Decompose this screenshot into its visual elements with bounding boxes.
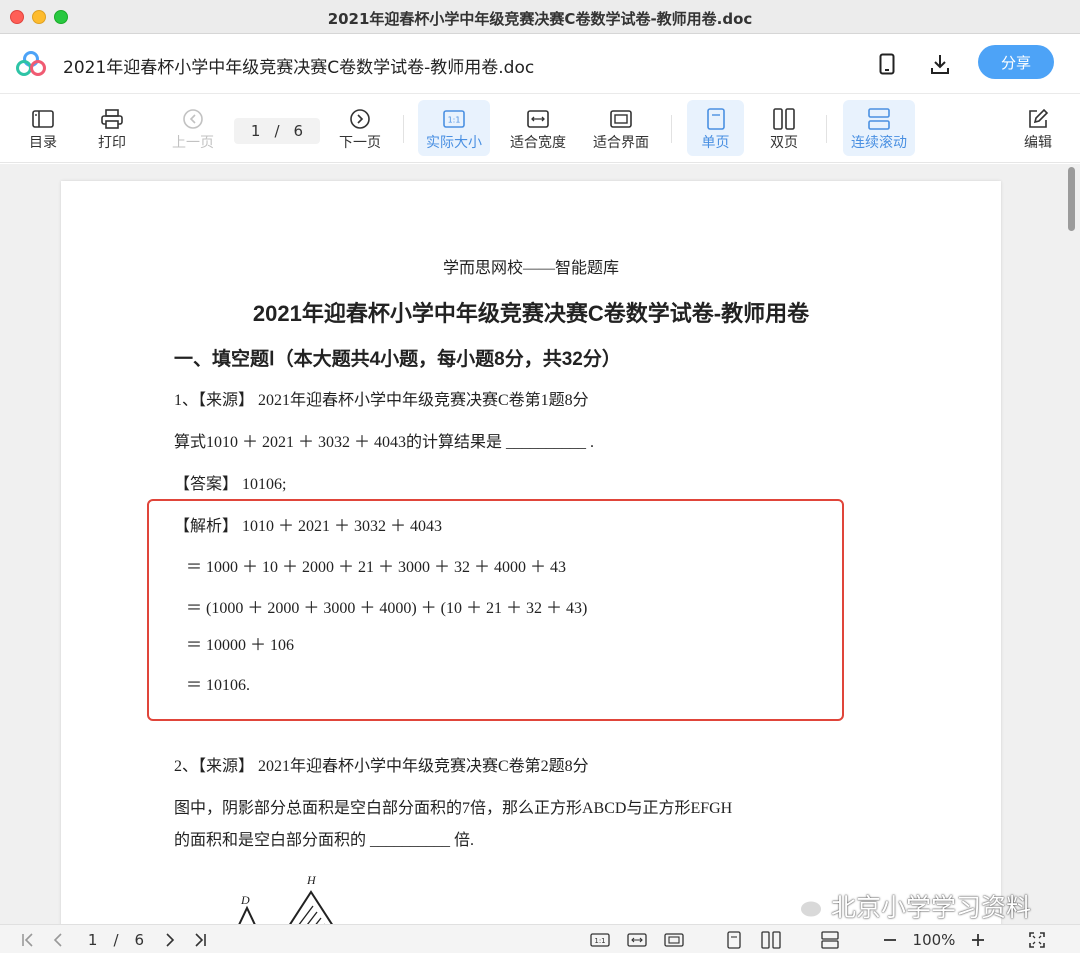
continuous-scroll-icon xyxy=(868,106,890,132)
fit-width-button[interactable]: 适合宽度 xyxy=(504,100,572,156)
double-page-label: 双页 xyxy=(770,135,798,151)
share-button[interactable]: 分享 xyxy=(978,45,1054,79)
next-page-label: 下一页 xyxy=(339,135,381,151)
bottom-bar: 1 / 6 1:1 100% xyxy=(0,924,1080,953)
q1-solution-line: ＝ 10000 ＋ 106 xyxy=(186,637,295,654)
bottom-page-current: 1 xyxy=(87,931,98,949)
prev-page-icon[interactable] xyxy=(48,930,68,950)
chevron-left-circle-icon xyxy=(182,106,204,132)
page-current: 1 xyxy=(250,122,261,140)
document-page: 学而思网校——智能题库 2021年迎春杯小学中年级竞赛决赛C卷数学试卷-教师用卷… xyxy=(61,181,1001,924)
prev-page-button[interactable]: 上一页 xyxy=(166,100,220,156)
double-page-small-icon[interactable] xyxy=(760,930,782,950)
first-page-icon[interactable] xyxy=(18,930,38,950)
double-page-icon xyxy=(773,106,795,132)
edit-icon xyxy=(1027,106,1049,132)
scrollbar-thumb[interactable] xyxy=(1068,167,1075,231)
toolbar-divider xyxy=(403,115,404,143)
prev-page-label: 上一页 xyxy=(172,135,214,151)
figure-label-h: H xyxy=(306,876,317,887)
fit-width-label: 适合宽度 xyxy=(510,135,566,151)
page-total: 6 xyxy=(293,122,304,140)
page-separator: / xyxy=(274,122,280,140)
actual-size-icon: 1:1 xyxy=(443,106,465,132)
window-title: 2021年迎春杯小学中年级竞赛决赛C卷数学试卷-教师用卷.doc xyxy=(327,10,753,28)
zoom-out-icon[interactable] xyxy=(880,930,900,950)
app-header: 2021年迎春杯小学中年级竞赛决赛C卷数学试卷-教师用卷.doc 分享 xyxy=(0,34,1080,94)
q1-question: 算式1010 ＋ 2021 ＋ 3032 ＋ 4043的计算结果是 ______… xyxy=(174,434,595,451)
chevron-right-circle-icon xyxy=(349,106,371,132)
download-icon[interactable] xyxy=(927,51,953,77)
q1-solution-line: 【解析】 1010 ＋ 2021 ＋ 3032 ＋ 4043 xyxy=(174,518,443,535)
phone-icon[interactable] xyxy=(874,51,900,77)
edit-label: 编辑 xyxy=(1024,135,1052,151)
toolbar-divider xyxy=(671,115,672,143)
toc-button[interactable]: 目录 xyxy=(20,100,66,156)
section-heading: 一、填空题Ⅰ（本大题共4小题，每小题8分，共32分） xyxy=(174,349,621,370)
actual-size-small-icon[interactable]: 1:1 xyxy=(589,930,611,950)
q1-solution-line: ＝ 1000 ＋ 10 ＋ 2000 ＋ 21 ＋ 3000 ＋ 32 ＋ 40… xyxy=(186,559,567,576)
next-page-icon[interactable] xyxy=(160,930,180,950)
watermark: 北京小学学习资料 xyxy=(785,888,1031,924)
q2-question-line: 的面积和是空白部分面积的 __________ 倍. xyxy=(174,832,475,849)
q1-solution-line: ＝ 10106. xyxy=(186,677,251,694)
wechat-icon xyxy=(786,893,823,919)
svg-text:1:1: 1:1 xyxy=(594,937,605,945)
fit-screen-icon xyxy=(610,106,632,132)
svg-text:1:1: 1:1 xyxy=(448,116,461,125)
print-button[interactable]: 打印 xyxy=(89,100,135,156)
geometry-figure: D H xyxy=(238,876,333,924)
q1-answer: 【答案】 10106; xyxy=(174,476,287,493)
document-title: 2021年迎春杯小学中年级竞赛决赛C卷数学试卷-教师用卷.doc xyxy=(63,58,535,78)
q2-question-line: 图中，阴影部分总面积是空白部分面积的7倍，那么正方形ABCD与正方形EFGH xyxy=(174,800,733,817)
bottom-page-separator: / xyxy=(113,931,119,949)
figure-label-d: D xyxy=(240,893,250,907)
fit-width-small-icon[interactable] xyxy=(626,930,648,950)
fit-width-icon xyxy=(527,106,549,132)
q1-source: 1、【来源】 2021年迎春杯小学中年级竞赛决赛C卷第1题8分 xyxy=(174,392,589,409)
double-page-button[interactable]: 双页 xyxy=(759,100,809,156)
bottom-page-indicator[interactable]: 1 / 6 xyxy=(80,930,152,950)
print-icon xyxy=(101,106,123,132)
fullscreen-icon[interactable] xyxy=(1026,930,1048,950)
toolbar-divider xyxy=(826,115,827,143)
q2-source: 2、【来源】 2021年迎春杯小学中年级竞赛决赛C卷第2题8分 xyxy=(174,758,589,775)
single-page-label: 单页 xyxy=(701,135,730,151)
fit-screen-label: 适合界面 xyxy=(593,135,649,151)
print-label: 打印 xyxy=(98,135,126,151)
single-page-small-icon[interactable] xyxy=(724,930,744,950)
edit-button[interactable]: 编辑 xyxy=(1016,100,1060,156)
window-titlebar: 2021年迎春杯小学中年级竞赛决赛C卷数学试卷-教师用卷.doc xyxy=(0,0,1080,34)
q1-solution-line: ＝ (1000 ＋ 2000 ＋ 3000 ＋ 4000) ＋ (10 ＋ 21… xyxy=(186,600,588,617)
continuous-scroll-small-icon[interactable] xyxy=(819,930,841,950)
actual-size-label: 实际大小 xyxy=(426,135,482,151)
page-subheading: 学而思网校——智能题库 xyxy=(442,260,619,277)
toc-label: 目录 xyxy=(29,135,57,151)
continuous-scroll-label: 连续滚动 xyxy=(851,135,907,151)
zoom-level[interactable]: 100% xyxy=(908,930,960,950)
actual-size-button[interactable]: 1:1 实际大小 xyxy=(418,100,490,156)
toc-icon xyxy=(32,106,54,132)
bottom-page-total: 6 xyxy=(134,931,145,949)
continuous-scroll-button[interactable]: 连续滚动 xyxy=(843,100,915,156)
fit-screen-button[interactable]: 适合界面 xyxy=(587,100,655,156)
next-page-button[interactable]: 下一页 xyxy=(334,100,386,156)
zoom-in-icon[interactable] xyxy=(968,930,988,950)
single-page-button[interactable]: 单页 xyxy=(687,100,744,156)
logo-icon xyxy=(16,51,46,76)
document-viewport[interactable]: 学而思网校——智能题库 2021年迎春杯小学中年级竞赛决赛C卷数学试卷-教师用卷… xyxy=(0,164,1080,924)
page-title: 2021年迎春杯小学中年级竞赛决赛C卷数学试卷-教师用卷 xyxy=(252,301,810,326)
page-number-field[interactable]: 1 / 6 xyxy=(234,118,320,144)
fit-screen-small-icon[interactable] xyxy=(663,930,685,950)
vertical-scrollbar[interactable] xyxy=(1064,164,1078,924)
viewer-toolbar: 目录 打印 上一页 1 / 6 下一页 1:1 实际大小 适合宽度 适合界面 单… xyxy=(0,95,1080,163)
single-page-icon xyxy=(706,106,725,132)
watermark-text: 北京小学学习资料 xyxy=(831,893,1032,922)
last-page-icon[interactable] xyxy=(190,930,210,950)
